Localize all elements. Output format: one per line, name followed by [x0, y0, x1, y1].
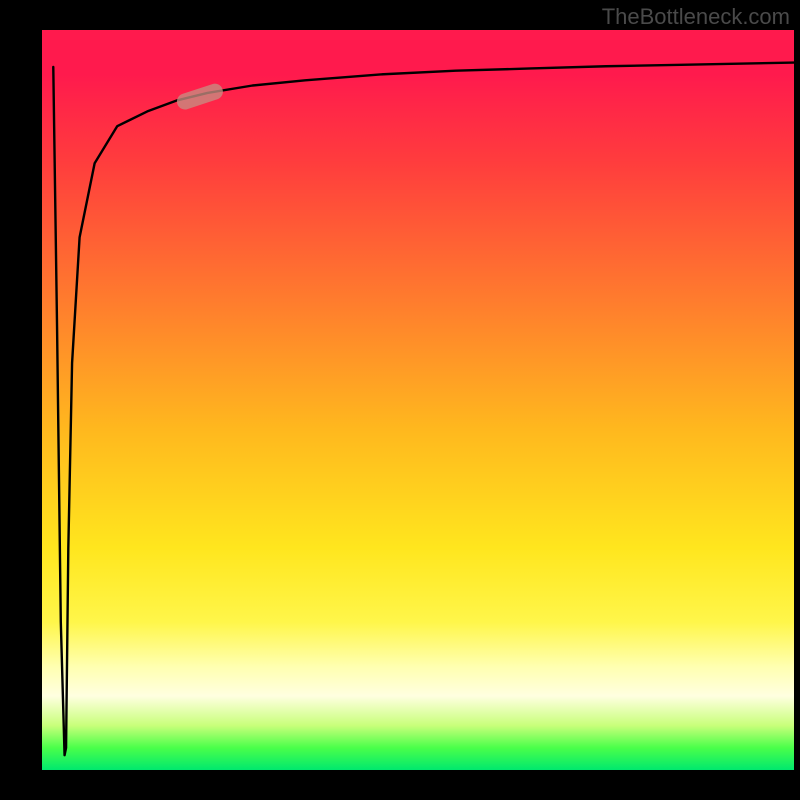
watermark-text: TheBottleneck.com [602, 4, 790, 30]
chart-curve-layer [42, 30, 794, 770]
bottleneck-curve-path [53, 63, 794, 756]
curve-marker [175, 82, 225, 112]
